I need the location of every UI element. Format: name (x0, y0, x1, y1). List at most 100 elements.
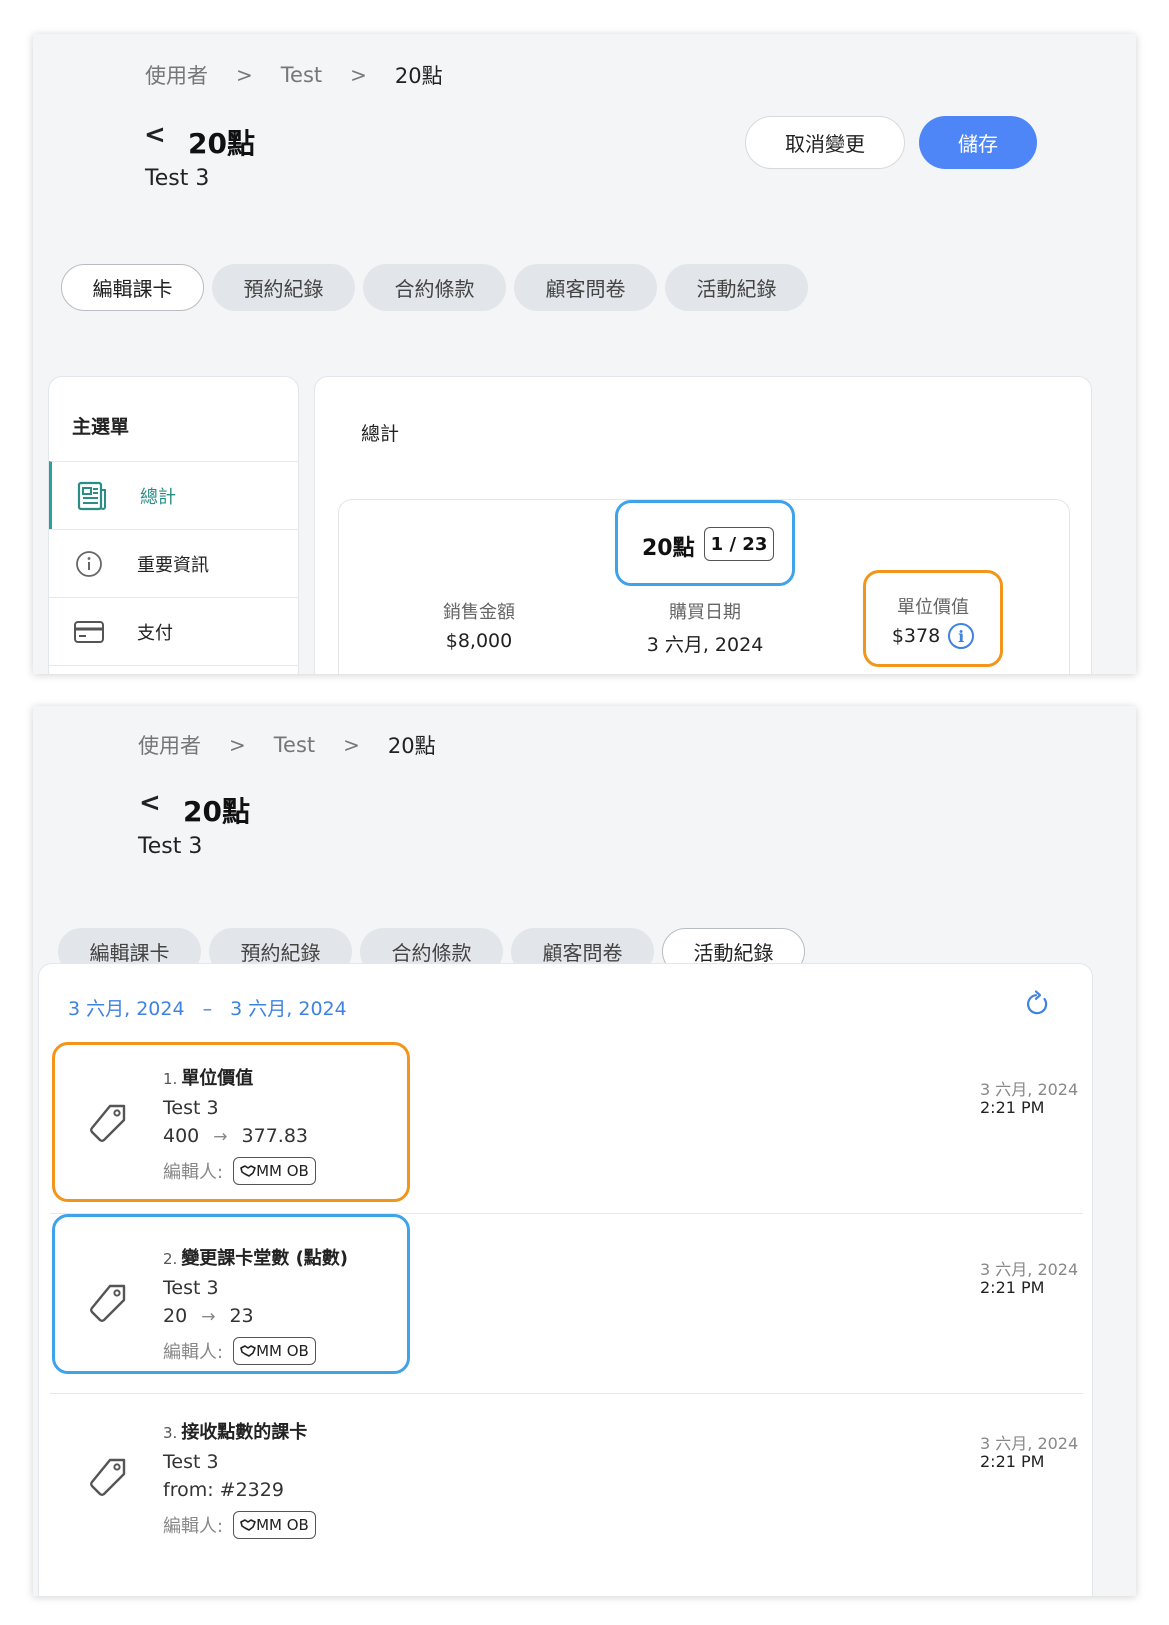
log-title: 變更課卡堂數 (點數) (181, 1248, 349, 1269)
chevron-right-icon: > (236, 63, 253, 87)
menu-item-label: 總計 (140, 486, 176, 508)
log-date: 3 六月, 2024 (980, 1080, 1079, 1099)
date-to: 3 六月, 2024 (230, 998, 347, 1020)
tab-bar: 編輯課卡 預約紀錄 合約條款 顧客問卷 活動紀錄 (61, 264, 816, 311)
editor-label: 編輯人: (163, 1516, 224, 1537)
page-subtitle: Test 3 (138, 834, 203, 859)
save-button[interactable]: 儲存 (919, 116, 1037, 169)
log-user: Test 3 (163, 1451, 219, 1473)
menu-item-label: 重要資訊 (137, 554, 209, 576)
log-title: 單位價值 (181, 1068, 254, 1089)
chevron-right-icon: > (343, 733, 360, 757)
activity-log-panel: 使用者 > Test > 20點 < 20點 Test 3 編輯課卡 預約紀錄 … (33, 706, 1136, 1596)
breadcrumb-users[interactable]: 使用者 (138, 730, 201, 760)
credit-card-icon (71, 614, 107, 650)
log-change: 20 → 23 (163, 1305, 254, 1327)
log-editor: 編輯人: MM OB (163, 1511, 316, 1539)
arrow-right-icon: → (213, 1127, 228, 1147)
log-user: Test 3 (163, 1277, 219, 1299)
info-icon (71, 546, 107, 582)
editor-label: 編輯人: (163, 1342, 224, 1363)
purchase-date-label: 購買日期 (669, 602, 741, 623)
unit-value-label: 單位價值 (897, 597, 969, 618)
log-date: 3 六月, 2024 (980, 1434, 1079, 1453)
date-range-filter[interactable]: 3 六月, 2024 – 3 六月, 2024 (68, 994, 347, 1021)
menu-item-important-info[interactable]: 重要資訊 (49, 529, 299, 597)
tab-contract-terms[interactable]: 合約條款 (363, 264, 506, 311)
log-from-value: 400 (163, 1125, 200, 1147)
info-icon[interactable]: i (948, 623, 975, 649)
usage-count-badge: 1 / 23 (704, 527, 774, 561)
tab-booking-records[interactable]: 預約紀錄 (212, 264, 355, 311)
breadcrumb-current: 20點 (387, 734, 436, 758)
handshake-icon (240, 1519, 256, 1531)
unit-value: $378 (891, 625, 941, 647)
breadcrumb: 使用者 > Test > 20點 (138, 730, 436, 760)
editor-chip[interactable]: MM OB (233, 1511, 316, 1539)
tab-activity-log[interactable]: 活動紀錄 (665, 264, 808, 311)
summary-box: 20點 1 / 23 銷售金額 $8,000 購買日期 3 六月, 2024 單… (338, 499, 1070, 674)
editor-name: MM OB (256, 1516, 309, 1534)
cancel-changes-button[interactable]: 取消變更 (745, 116, 905, 169)
menu-item-summary[interactable]: 總計 (49, 461, 299, 529)
tag-icon (84, 1454, 132, 1502)
log-to-value: 377.83 (241, 1125, 308, 1147)
editor-chip[interactable]: MM OB (233, 1157, 316, 1185)
log-from-value: 20 (163, 1305, 188, 1327)
log-time: 2:21 PM (980, 1452, 1045, 1471)
log-time: 2:21 PM (980, 1278, 1045, 1297)
log-editor: 編輯人: MM OB (163, 1157, 316, 1185)
back-arrow-icon[interactable]: < (139, 788, 161, 818)
log-time: 2:21 PM (980, 1098, 1045, 1117)
log-number: 2. (163, 1250, 178, 1268)
sales-amount-label: 銷售金額 (443, 602, 515, 623)
tab-customer-survey[interactable]: 顧客問卷 (514, 264, 657, 311)
date-range-separator: – (202, 998, 213, 1020)
card-name: 20點 (642, 536, 695, 561)
page-title: 20點 (188, 127, 255, 160)
document-icon (74, 478, 110, 514)
breadcrumb-current: 20點 (394, 64, 443, 88)
editor-label: 編輯人: (163, 1162, 224, 1183)
activity-log-item: 2. 變更課卡堂數 (點數) Test 3 20 → 23 編輯人: MM OB 3 … (50, 1214, 1083, 1394)
editor-chip[interactable]: MM OB (233, 1337, 316, 1365)
log-number: 3. (163, 1424, 178, 1442)
menu-item-label: 支付 (137, 622, 173, 644)
log-number: 1. (163, 1070, 178, 1088)
refresh-icon[interactable] (1024, 990, 1052, 1018)
menu-item-payment[interactable]: 支付 (49, 597, 299, 665)
handshake-icon (240, 1345, 256, 1357)
main-menu-title: 主選單 (72, 416, 130, 438)
log-date: 3 六月, 2024 (980, 1260, 1079, 1279)
tag-icon (84, 1280, 132, 1328)
page-subtitle: Test 3 (145, 166, 210, 191)
tab-edit-card[interactable]: 編輯課卡 (61, 264, 204, 311)
page-title: 20點 (183, 795, 250, 828)
sales-amount-value: $8,000 (445, 630, 513, 652)
editor-name: MM OB (256, 1162, 309, 1180)
log-title: 接收點數的課卡 (181, 1422, 308, 1443)
unit-value-highlight: 單位價值 $378 i (863, 570, 1003, 667)
purchase-date-value: 3 六月, 2024 (646, 634, 764, 656)
handshake-icon (240, 1165, 256, 1177)
log-editor: 編輯人: MM OB (163, 1337, 316, 1365)
editor-name: MM OB (256, 1342, 309, 1360)
breadcrumb-test[interactable]: Test (274, 733, 315, 757)
log-to-value: 23 (229, 1305, 254, 1327)
summary-title: 總計 (361, 423, 400, 445)
sales-amount-stat: 銷售金額 $8,000 (419, 598, 539, 652)
activity-log-item: 3. 接收點數的課卡 Test 3 from: #2329 編輯人: MM OB … (50, 1396, 1083, 1568)
chevron-right-icon: > (229, 733, 246, 757)
card-name-highlight: 20點 1 / 23 (615, 500, 795, 586)
chevron-right-icon: > (350, 63, 367, 87)
back-arrow-icon[interactable]: < (144, 120, 166, 150)
tag-icon (84, 1100, 132, 1148)
purchase-date-stat: 購買日期 3 六月, 2024 (625, 598, 785, 657)
main-menu: 主選單 總計 重要資訊 支付 備註 (48, 376, 299, 674)
edit-card-panel: 使用者 > Test > 20點 < 20點 Test 3 取消變更 儲存 編輯… (33, 34, 1136, 674)
activity-log-card: 3 六月, 2024 – 3 六月, 2024 1. 單位價值 Test 3 40… (38, 963, 1093, 1596)
breadcrumb-test[interactable]: Test (281, 63, 322, 87)
log-user: Test 3 (163, 1097, 219, 1119)
breadcrumb-users[interactable]: 使用者 (145, 60, 208, 90)
menu-item-notes[interactable]: 備註 (49, 665, 299, 674)
